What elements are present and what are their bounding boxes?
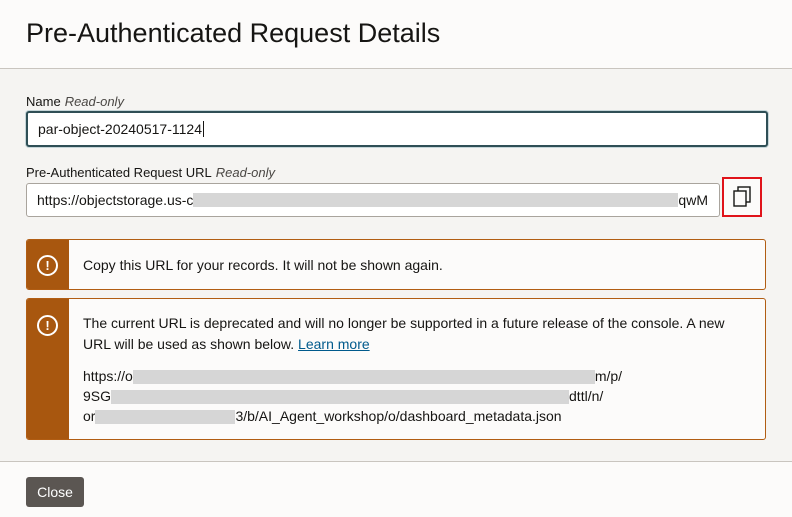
url-input-value-end: qwM: [678, 192, 708, 208]
dialog-footer: Close: [0, 461, 792, 517]
redacted-url-segment: [111, 390, 570, 405]
info-icon: !: [37, 315, 58, 336]
redacted-url-segment: [95, 410, 236, 425]
deprecation-text: The current URL is deprecated and will n…: [83, 313, 753, 355]
url-label: Pre-Authenticated Request URL Read-only: [26, 165, 275, 180]
new-url-line-1: https://o m/p/: [83, 366, 622, 387]
dialog-title: Pre-Authenticated Request Details: [26, 18, 441, 48]
new-url-line-2: 9SG dttl/n/: [83, 386, 603, 407]
new-url-line-1-end: m/p/: [594, 368, 623, 384]
copy-warning-notice: ! Copy this URL for your records. It wil…: [26, 239, 766, 290]
redacted-url-segment: [132, 370, 595, 385]
name-input[interactable]: par-object-20240517-1124: [26, 111, 768, 147]
name-readonly-tag: Read-only: [64, 94, 124, 109]
copy-url-button[interactable]: [722, 177, 762, 217]
redacted-url-segment: [193, 193, 679, 207]
new-url-line-3: or 3/b/AI_Agent_workshop/o/dashboard_meta…: [83, 406, 562, 427]
url-label-text: Pre-Authenticated Request URL: [26, 165, 212, 180]
new-url-line-3-end: 3/b/AI_Agent_workshop/o/dashboard_metada…: [235, 408, 562, 424]
close-button[interactable]: Close: [26, 477, 84, 507]
url-readonly-tag: Read-only: [215, 165, 275, 180]
deprecation-notice: ! The current URL is deprecated and will…: [26, 298, 766, 440]
deprecation-message: The current URL is deprecated and will n…: [83, 315, 725, 352]
name-label-text: Name: [26, 94, 61, 109]
url-input-value-start: https://objectstorage.us-c: [37, 192, 194, 208]
name-input-value: par-object-20240517-1124: [38, 121, 202, 137]
new-url-line-3-start: or: [83, 408, 96, 424]
url-input[interactable]: https://objectstorage.us-c qwM: [26, 183, 720, 217]
text-caret: [202, 121, 204, 137]
learn-more-link[interactable]: Learn more: [298, 336, 370, 352]
dialog-header: Pre-Authenticated Request Details: [0, 0, 792, 69]
new-url-line-2-end: dttl/n/: [569, 388, 604, 404]
new-url-line-2-start: 9SG: [83, 388, 112, 404]
new-url-line-1-start: https://o: [83, 368, 133, 384]
name-label: Name Read-only: [26, 94, 124, 109]
copy-icon: [733, 186, 751, 207]
copy-warning-text: Copy this URL for your records. It will …: [83, 257, 443, 273]
info-icon: !: [37, 255, 58, 276]
